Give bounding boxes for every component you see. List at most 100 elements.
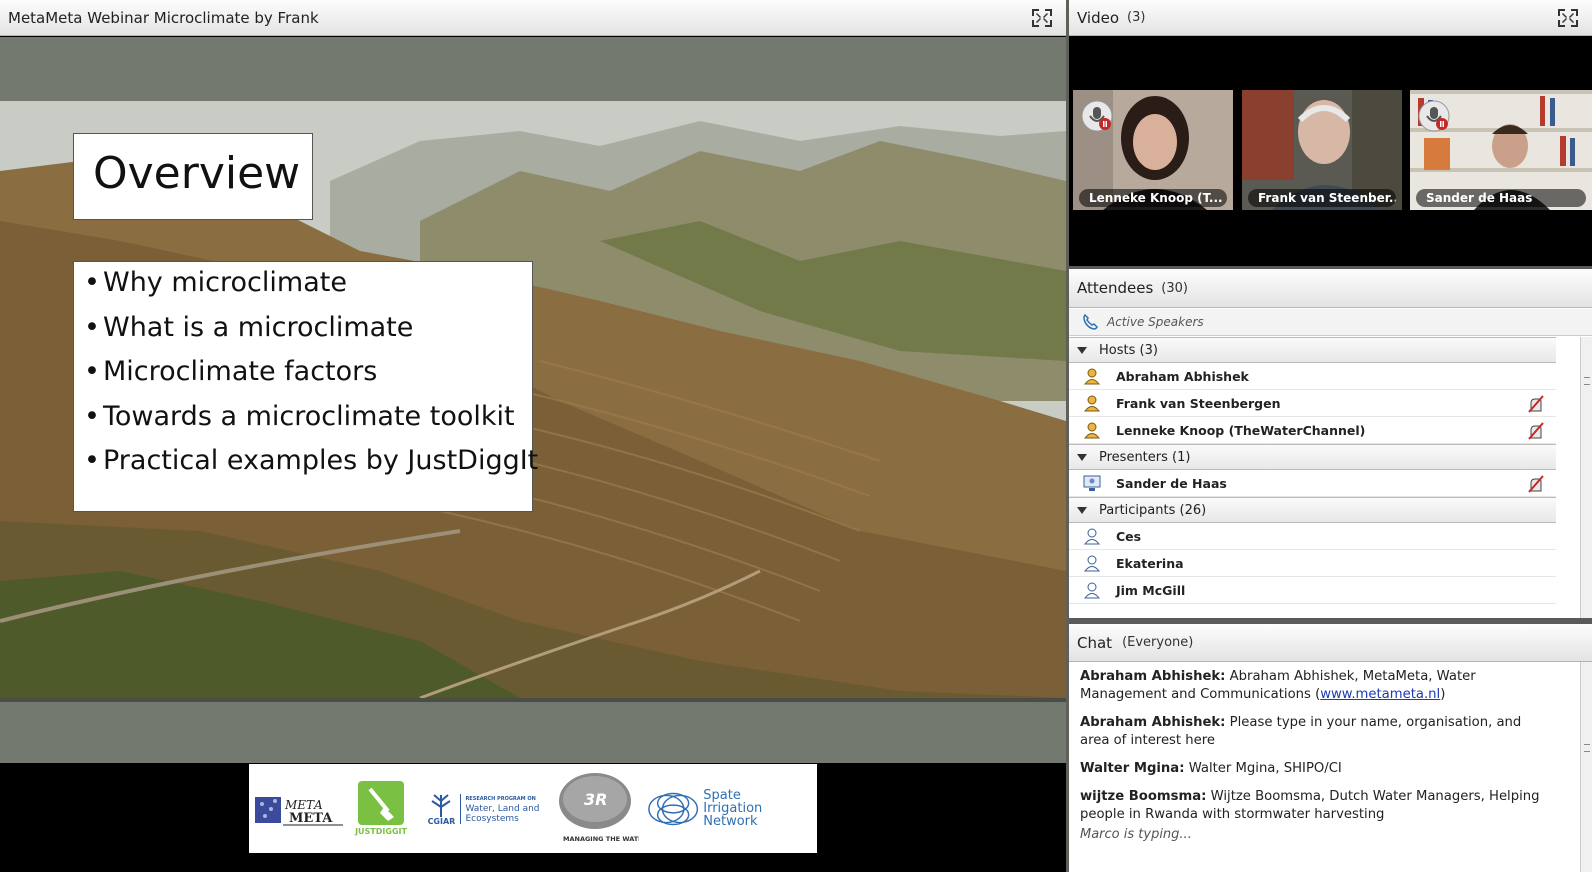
attendee-name: Frank van Steenbergen: [1116, 395, 1281, 411]
chat-text: Walter Mgina, SHIPO/CI: [1188, 761, 1342, 776]
video-name-label: Lenneke Knoop (T...: [1079, 189, 1227, 207]
chat-message: Walter Mgina: Walter Mgina, SHIPO/CI: [1080, 760, 1550, 778]
participant-icon: [1083, 582, 1101, 599]
chat-scope: (Everyone): [1122, 635, 1194, 650]
participant-icon: [1083, 528, 1101, 545]
chat-messages: Abraham Abhishek: Abraham Abhishek, Meta…: [1080, 668, 1550, 844]
attendees-pod: Attendees (30) Active Speakers Hosts (3)…: [1069, 269, 1592, 618]
attendee-list: Hosts (3) Abraham Abhishek Frank van Ste…: [1069, 337, 1556, 604]
presenter-icon: [1083, 475, 1101, 491]
video-tile[interactable]: Sander de Haas: [1410, 90, 1592, 210]
chat-message: wijtze Boomsma: Wijtze Boomsma, Dutch Wa…: [1080, 788, 1550, 824]
active-speakers-label: Active Speakers: [1107, 315, 1204, 329]
participant-icon: [1083, 555, 1101, 572]
chat-message: Abraham Abhishek: Please type in your na…: [1080, 714, 1550, 750]
host-icon: [1083, 368, 1101, 385]
slide-bullet: Why microclimate: [84, 268, 532, 313]
slide-title: Overview: [93, 148, 301, 199]
chat-link[interactable]: www.metameta.nl: [1320, 687, 1440, 702]
attendee-row[interactable]: Sander de Haas: [1069, 470, 1556, 497]
metameta-logo-text: ΜΕΤΑ: [284, 798, 323, 812]
slide-bullet: Practical examples by JustDiggIt: [84, 446, 538, 491]
muted-speaker-icon: [1528, 475, 1544, 493]
host-icon: [1083, 395, 1101, 412]
metameta-logo: ΜΕΤΑ META: [253, 789, 345, 829]
attendee-row[interactable]: Ces: [1069, 523, 1556, 550]
attendees-pod-title: Attendees: [1077, 279, 1154, 297]
attendee-row[interactable]: Abraham Abhishek: [1069, 363, 1556, 390]
video-tile[interactable]: Frank van Steenber...: [1242, 90, 1402, 210]
collapse-triangle-icon[interactable]: [1077, 453, 1087, 461]
chat-sender: wijtze Boomsma:: [1080, 789, 1207, 804]
attendees-scrollbar[interactable]: [1580, 337, 1592, 618]
attendee-row[interactable]: Lenneke Knoop (TheWaterChannel): [1069, 417, 1556, 444]
muted-mic-icon: [1418, 100, 1450, 132]
attendees-count: (30): [1161, 280, 1188, 296]
group-participants-header[interactable]: Participants (26): [1069, 497, 1556, 523]
group-participants-label: Participants (26): [1099, 502, 1207, 518]
svg-text:META: META: [289, 811, 333, 826]
host-icon: [1083, 422, 1101, 439]
video-pod-header: Video (3): [1069, 0, 1592, 36]
phone-icon: [1083, 313, 1098, 330]
video-count: (3): [1127, 10, 1146, 25]
chat-scrollbar[interactable]: [1580, 662, 1592, 872]
cgiar-program-small: RESEARCH PROGRAM ON: [465, 795, 536, 802]
share-pod-title: MetaMeta Webinar Microclimate by Frank: [8, 8, 319, 27]
group-presenters-label: Presenters (1): [1099, 449, 1191, 465]
cgiar-logo: CGIAR RESEARCH PROGRAM ON Water, Land an…: [417, 791, 545, 826]
attendee-row[interactable]: Frank van Steenbergen: [1069, 390, 1556, 417]
attendee-name: Ekaterina: [1116, 555, 1184, 571]
justdiggit-label: JUSTDIGGIT: [355, 827, 407, 836]
muted-speaker-icon: [1528, 422, 1544, 440]
threer-text: 3R: [584, 790, 607, 809]
chat-pod-title: Chat: [1077, 633, 1113, 652]
cgiar-wheat-icon: [431, 794, 452, 817]
attendee-name: Jim McGill: [1116, 582, 1186, 598]
chat-sender: Abraham Abhishek:: [1080, 715, 1226, 730]
group-hosts-header[interactable]: Hosts (3): [1069, 337, 1556, 363]
attendee-row[interactable]: Ekaterina: [1069, 550, 1556, 577]
muted-speaker-icon: [1528, 395, 1544, 413]
slide-bullet: Towards a microclimate toolkit: [84, 401, 532, 447]
scroll-grip[interactable]: [1584, 744, 1590, 752]
slide-bullets-box: Why microclimate What is a microclimate …: [73, 261, 538, 512]
attendee-row[interactable]: Jim McGill: [1069, 577, 1556, 604]
typing-indicator: Marco is typing...: [1080, 827, 1192, 842]
slide-bullet-list: Why microclimate What is a microclimate …: [74, 262, 538, 491]
collapse-triangle-icon[interactable]: [1077, 506, 1087, 514]
spate-line1: Spate Irrigation: [703, 788, 763, 816]
chat-text-after: ): [1440, 687, 1446, 702]
presentation-slide: Overview Why microclimate What is a micr…: [0, 101, 1066, 698]
chat-sender: Walter Mgina:: [1080, 761, 1185, 776]
chat-pod-header: Chat (Everyone): [1069, 624, 1592, 662]
active-speakers-row: Active Speakers: [1069, 309, 1592, 336]
group-hosts-label: Hosts (3): [1099, 342, 1158, 358]
fullscreen-icon[interactable]: [1032, 9, 1052, 27]
fullscreen-icon[interactable]: [1558, 9, 1578, 27]
sponsor-logos-bar: ΜΕΤΑ META JUSTDIGGIT CGIAR RESEARCH PROG…: [249, 764, 817, 853]
slide-bullet: What is a microclimate: [84, 312, 532, 358]
threer-logo: 3R MANAGING THE WATER BUFFER: [551, 769, 639, 849]
share-content-area: Overview Why microclimate What is a micr…: [0, 37, 1066, 763]
justdiggit-logo: JUSTDIGGIT: [351, 781, 411, 836]
share-pod-header: MetaMeta Webinar Microclimate by Frank: [0, 0, 1066, 36]
attendees-pod-header: Attendees (30): [1069, 269, 1592, 308]
spate-irrigation-logo: Spate Irrigation Network: [645, 787, 801, 831]
threer-tagline: MANAGING THE WATER BUFFER: [563, 835, 639, 843]
group-presenters-header[interactable]: Presenters (1): [1069, 444, 1556, 470]
spate-line2: Network: [703, 814, 758, 829]
collapse-triangle-icon[interactable]: [1077, 346, 1087, 354]
video-tile[interactable]: Lenneke Knoop (T...: [1073, 90, 1233, 210]
video-pod-title: Video: [1077, 8, 1120, 27]
chat-sender: Abraham Abhishek:: [1080, 669, 1226, 684]
video-name-label: Frank van Steenber...: [1248, 189, 1396, 207]
scroll-grip[interactable]: [1584, 377, 1590, 385]
chat-pod: Chat (Everyone) Abraham Abhishek: Abraha…: [1069, 624, 1592, 872]
share-pod: MetaMeta Webinar Microclimate by Frank O…: [0, 0, 1066, 872]
slide-bullet: Microclimate factors: [84, 357, 532, 402]
spate-circles-icon: [648, 792, 699, 825]
slide-title-box: Overview: [73, 133, 313, 220]
muted-mic-icon: [1081, 100, 1113, 132]
attendee-name: Ces: [1116, 528, 1142, 544]
